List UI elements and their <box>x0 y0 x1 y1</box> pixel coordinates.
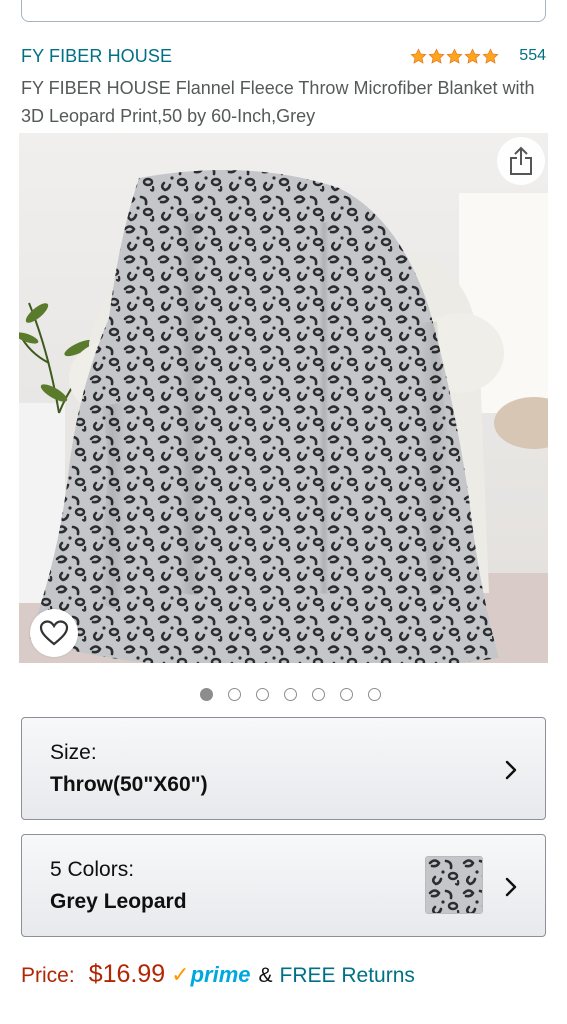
chevron-right-icon <box>505 760 517 780</box>
carousel-dot[interactable] <box>228 688 241 701</box>
prime-badge: ✓ prime <box>171 962 250 988</box>
carousel-dot[interactable] <box>256 688 269 701</box>
brand-row: FY FIBER HOUSE 554 <box>21 46 546 70</box>
product-title: FY FIBER HOUSE Flannel Fleece Throw Micr… <box>21 78 535 126</box>
carousel-dot[interactable] <box>368 688 381 701</box>
blanket-photo <box>19 133 548 663</box>
star-rating <box>410 47 499 65</box>
wishlist-button[interactable] <box>30 609 78 657</box>
size-label: Size: <box>50 741 97 764</box>
color-selector[interactable]: 5 Colors: Grey Leopard <box>21 834 546 937</box>
size-selector[interactable]: Size: Throw(50"X60") <box>21 717 546 820</box>
star-icon <box>482 47 499 64</box>
brand-link[interactable]: FY FIBER HOUSE <box>21 46 172 67</box>
carousel-dot[interactable] <box>284 688 297 701</box>
review-count[interactable]: 554 <box>519 47 546 65</box>
price-row: Price: $16.99 ✓ prime & FREE Returns <box>21 960 415 994</box>
carousel-dot[interactable] <box>340 688 353 701</box>
share-icon <box>510 146 532 175</box>
price-value: $16.99 <box>88 960 166 988</box>
prime-label: prime <box>190 962 251 987</box>
star-icon <box>446 47 463 64</box>
share-button[interactable] <box>497 137 545 185</box>
star-icon <box>428 47 445 64</box>
carousel-dot[interactable] <box>312 688 325 701</box>
star-icon <box>410 47 427 64</box>
chevron-right-icon <box>505 877 517 897</box>
price-label: Price: <box>21 964 75 987</box>
free-returns-link[interactable]: FREE Returns <box>280 964 415 988</box>
color-value: Grey Leopard <box>50 890 187 913</box>
search-box-partial[interactable] <box>21 0 546 22</box>
carousel-dot[interactable] <box>200 688 213 701</box>
color-swatch <box>425 856 483 914</box>
prime-check-icon: ✓ <box>171 962 190 987</box>
rating[interactable]: 554 <box>410 47 546 65</box>
image-carousel-dots[interactable] <box>0 688 567 702</box>
swatch-image <box>426 857 482 913</box>
product-image[interactable] <box>19 133 548 663</box>
separator: & <box>258 964 273 987</box>
size-value: Throw(50"X60") <box>50 773 208 796</box>
heart-icon <box>39 620 69 646</box>
star-icon <box>464 47 481 64</box>
colors-label: 5 Colors: <box>50 858 135 881</box>
